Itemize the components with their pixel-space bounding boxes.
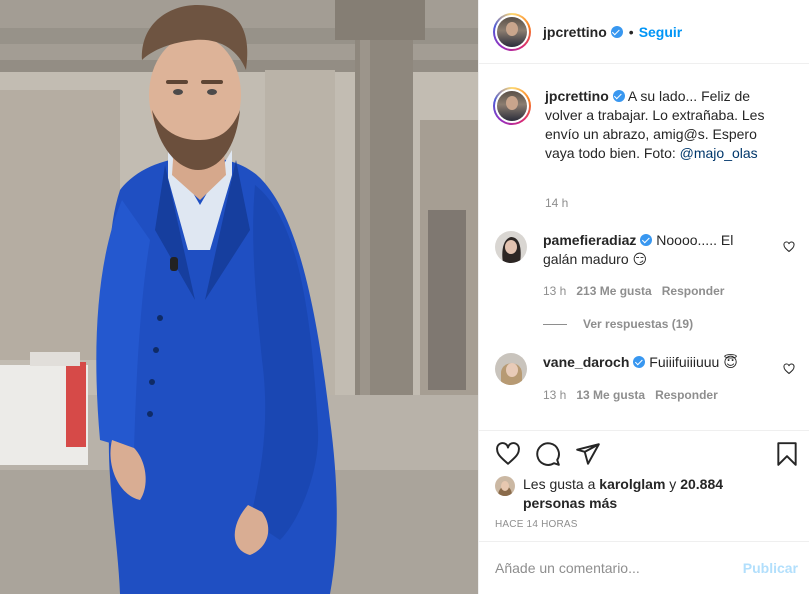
- caption-author[interactable]: jpcrettino: [545, 88, 609, 104]
- comment-time[interactable]: 13 h: [543, 284, 566, 298]
- caption-mention[interactable]: @majo_olas: [680, 145, 758, 161]
- liker-avatar[interactable]: [495, 476, 515, 496]
- comments-list[interactable]: jpcrettino A su lado... Feliz de volver …: [479, 65, 809, 430]
- comment-text: Fuiiifuiiiuuu: [649, 354, 720, 370]
- comment-emoji: 😏: [632, 251, 648, 267]
- separator-dot: •: [628, 23, 634, 40]
- post-photo[interactable]: [0, 0, 478, 594]
- heart-icon[interactable]: [495, 441, 521, 467]
- comment-likes[interactable]: 213 Me gusta: [576, 284, 651, 298]
- comment-item: vane_daroch Fuiiifuiiiuuu 😇: [495, 353, 795, 385]
- caption-author-avatar[interactable]: [493, 87, 531, 125]
- post-actions: Les gusta a karolglam y 20.884 personas …: [479, 430, 809, 540]
- verified-icon: [633, 356, 646, 368]
- comment-item: pamefieradiaz Noooo..... El galán maduro…: [495, 231, 795, 269]
- comment-meta: 13 h 13 Me gusta Responder: [543, 388, 718, 402]
- publish-button[interactable]: Publicar: [743, 560, 798, 576]
- post-header: jpcrettino • Seguir: [479, 0, 809, 64]
- post-time-ago[interactable]: HACE 14 HORAS: [495, 519, 578, 530]
- comment-likes[interactable]: 13 Me gusta: [576, 388, 645, 402]
- author-avatar[interactable]: [493, 12, 531, 51]
- view-replies-button[interactable]: Ver respuestas (19): [543, 317, 693, 331]
- follow-button[interactable]: Seguir: [639, 24, 683, 40]
- likes-summary: Les gusta a karolglam y 20.884 personas …: [495, 475, 743, 513]
- author-username[interactable]: jpcrettino: [543, 24, 607, 40]
- verified-icon: [610, 25, 623, 38]
- comment-like-icon[interactable]: [783, 363, 795, 375]
- comment-emoji: 😇: [723, 354, 738, 370]
- post-caption: jpcrettino A su lado... Feliz de volver …: [493, 87, 803, 163]
- post-photo-illustration: [0, 0, 478, 594]
- comment-time[interactable]: 13 h: [543, 388, 566, 402]
- liker-username[interactable]: karolglam: [599, 476, 665, 492]
- reply-button[interactable]: Responder: [655, 388, 718, 402]
- caption-time[interactable]: 14 h: [545, 196, 568, 210]
- comment-meta: 13 h 213 Me gusta Responder: [543, 284, 724, 298]
- likes-suffix: y: [665, 476, 677, 492]
- commenter-avatar[interactable]: [495, 231, 527, 263]
- share-icon[interactable]: [575, 441, 601, 467]
- comment-icon[interactable]: [535, 441, 561, 467]
- reply-button[interactable]: Responder: [662, 284, 725, 298]
- comment-input[interactable]: [495, 560, 743, 576]
- commenter-username[interactable]: vane_daroch: [543, 354, 629, 370]
- commenter-avatar[interactable]: [495, 353, 527, 385]
- likes-prefix: Les gusta a: [523, 476, 600, 492]
- bookmark-icon[interactable]: [774, 441, 800, 467]
- verified-icon: [612, 90, 625, 102]
- add-comment-bar: Publicar: [479, 541, 809, 594]
- commenter-username[interactable]: pamefieradiaz: [543, 232, 636, 248]
- post-side-panel: jpcrettino • Seguir jpcrettino A su lado…: [478, 0, 809, 594]
- verified-icon: [640, 234, 653, 246]
- comment-like-icon[interactable]: [783, 241, 795, 253]
- view-replies-label: Ver respuestas (19): [583, 317, 694, 331]
